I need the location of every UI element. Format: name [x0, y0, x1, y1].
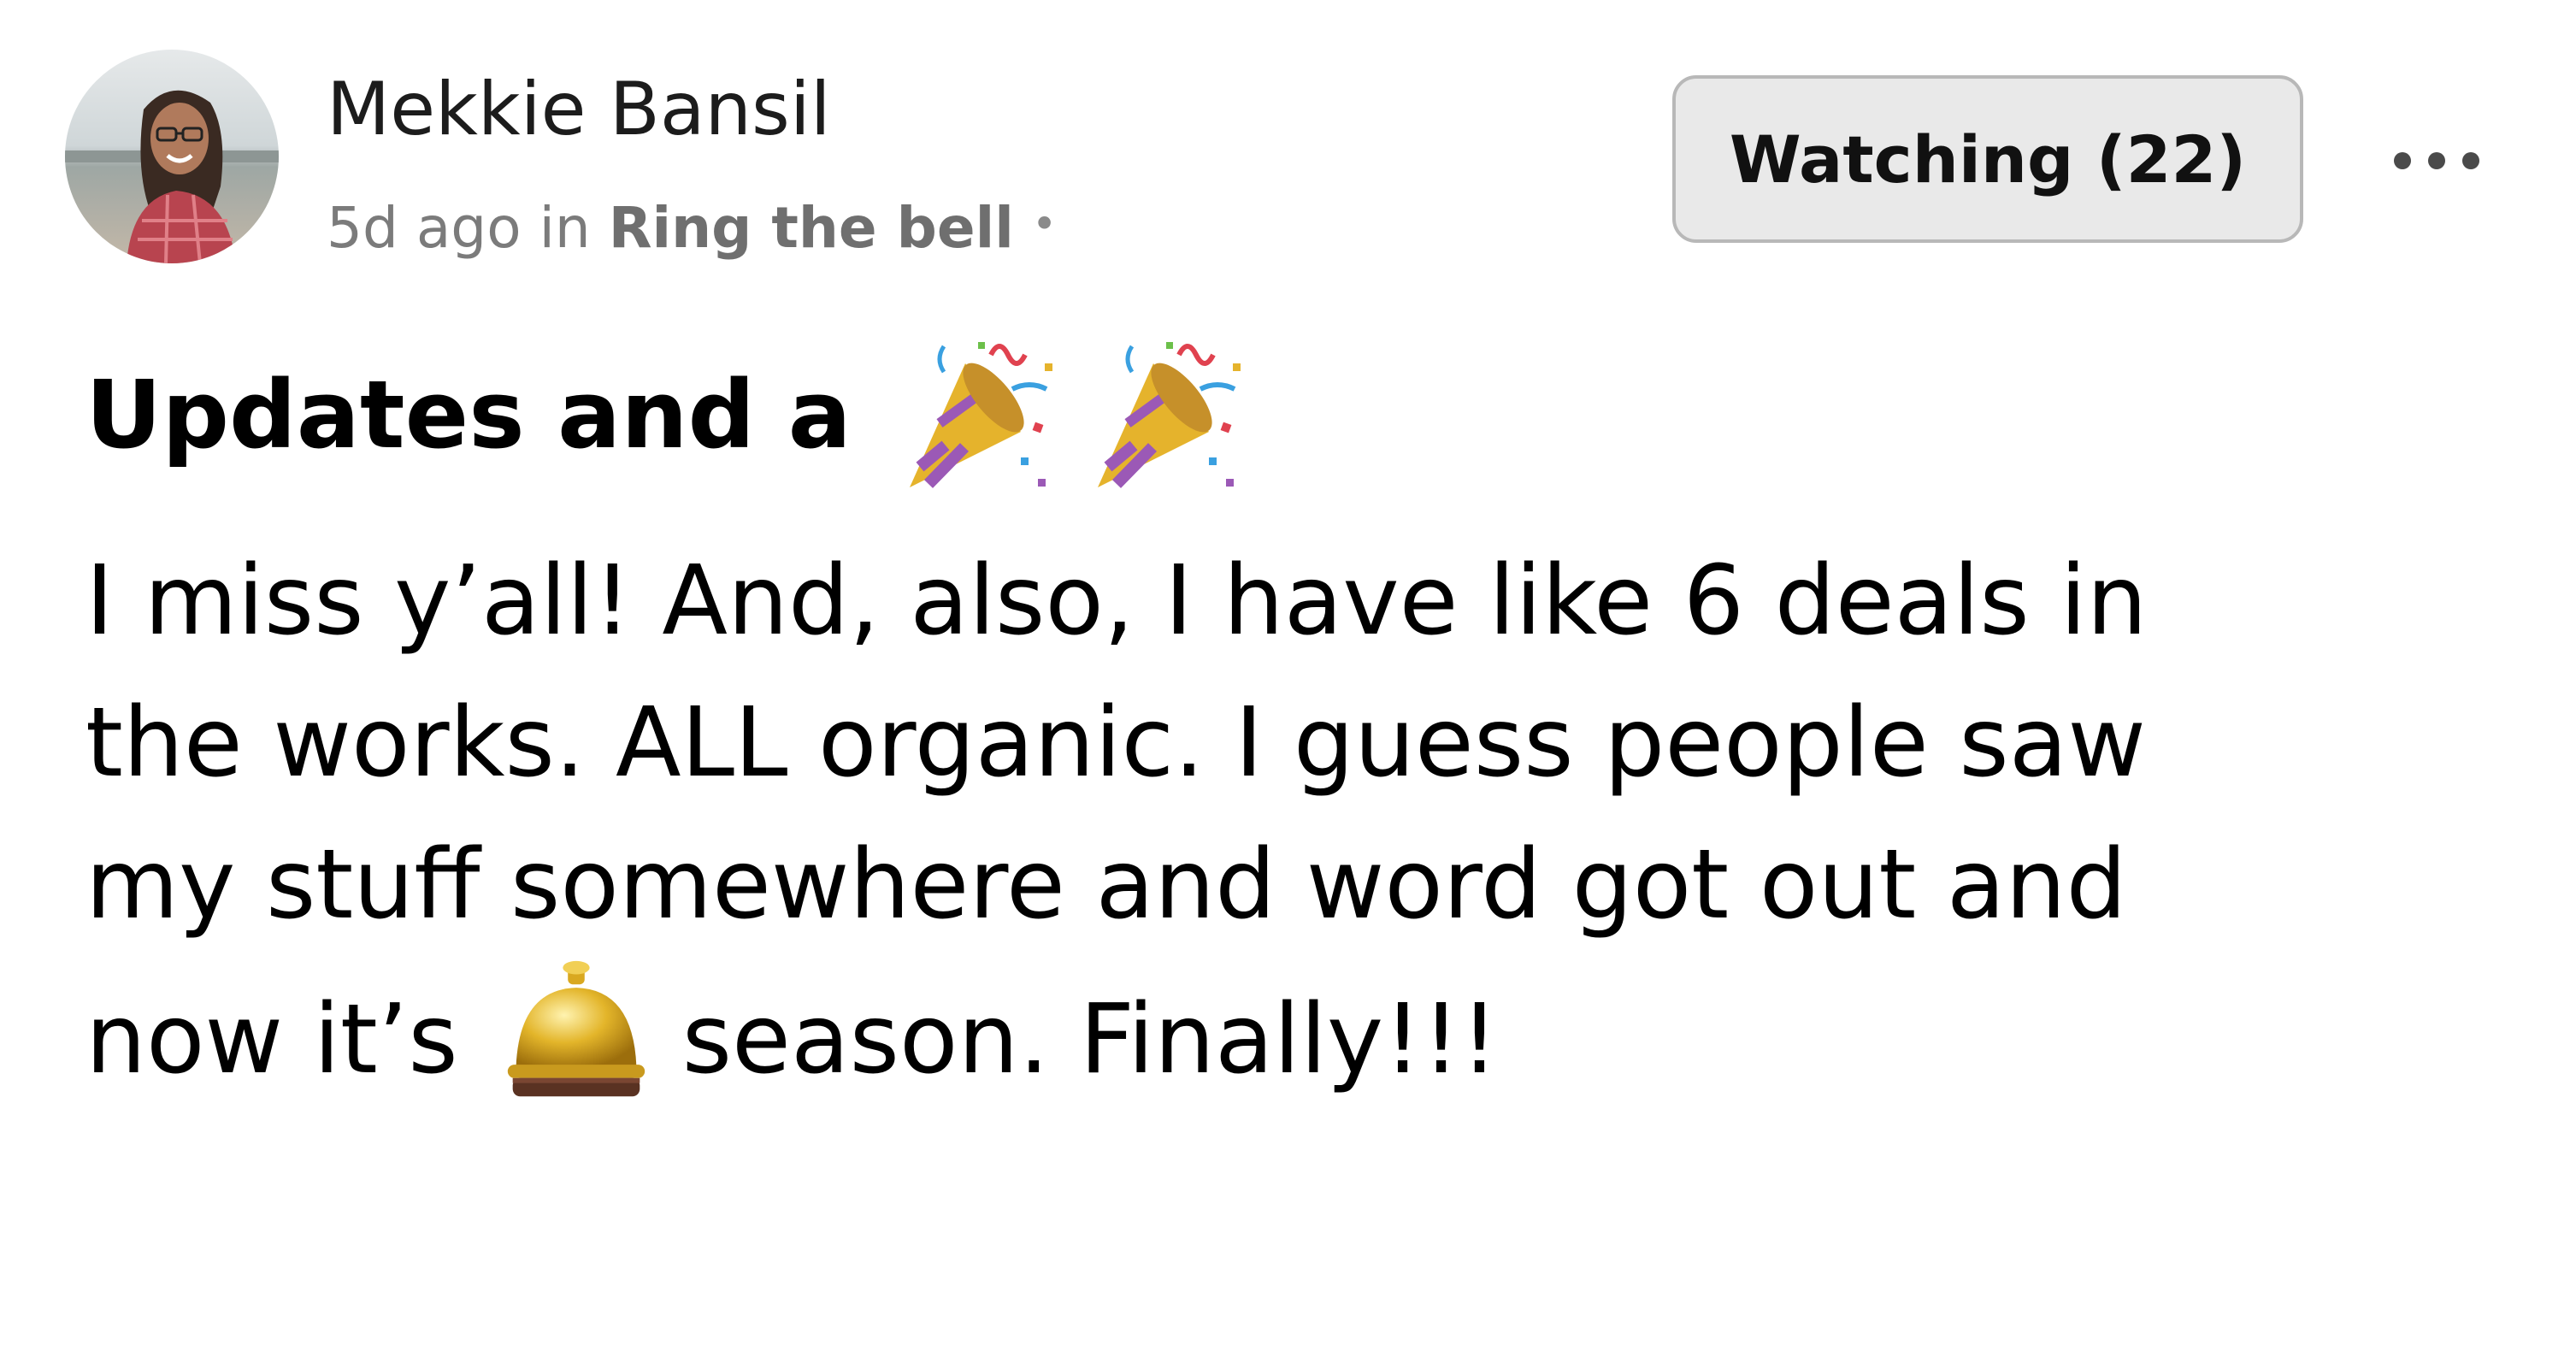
- meta-separator: •: [1031, 199, 1058, 249]
- post-card: Mekkie Bansil 5d ago in Ring the bell • …: [0, 0, 2576, 1351]
- author-name[interactable]: Mekkie Bansil: [327, 65, 831, 154]
- more-horizontal-icon: [2428, 152, 2445, 169]
- post-body-line: now it’s season. Finally!!!: [85, 956, 2496, 1098]
- post-body: I miss y’all! And, also, I have like 6 d…: [85, 530, 2496, 1098]
- post-meta: 5d ago in Ring the bell •: [327, 190, 1057, 263]
- avatar-photo: [65, 50, 279, 263]
- post-body-line: the works. ALL organic. I guess people s…: [85, 687, 2146, 799]
- post-body-line: my stuff somewhere and word got out and: [85, 829, 2127, 941]
- space-link[interactable]: Ring the bell: [609, 195, 1014, 261]
- watching-button[interactable]: Watching (22): [1672, 75, 2303, 243]
- post-title-text: Updates and a: [85, 360, 852, 469]
- bellhop-bell-icon: [501, 956, 651, 1106]
- party-popper-icon: [893, 329, 1064, 500]
- more-horizontal-icon: [2394, 152, 2411, 169]
- party-popper-icon: [1081, 329, 1252, 500]
- author-avatar[interactable]: [65, 50, 279, 263]
- post-body-text: season. Finally!!!: [681, 984, 1499, 1095]
- post-body-line: I miss y’all! And, also, I have like 6 d…: [85, 546, 2148, 657]
- post-body-text: now it’s: [85, 984, 458, 1095]
- more-options-button[interactable]: [2394, 144, 2479, 178]
- post-title: Updates and a: [85, 338, 1269, 492]
- post-in-label: in: [539, 195, 591, 261]
- post-time: 5d ago: [327, 195, 522, 261]
- more-horizontal-icon: [2462, 152, 2479, 169]
